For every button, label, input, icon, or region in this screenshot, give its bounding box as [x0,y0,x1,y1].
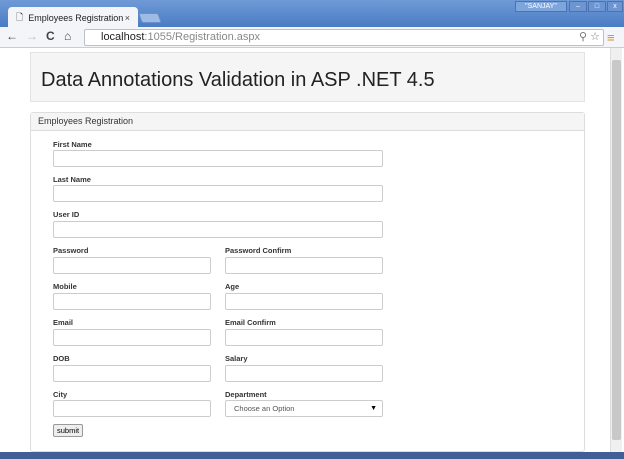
city-label: City [53,390,68,399]
password-confirm-label: Password Confirm [225,246,292,255]
password-label: Password [53,246,89,255]
title-bar: 🗋 Employees Registration × "SANJAY" – □ x [0,0,624,28]
first-name-label: First Name [53,140,92,149]
mobile-label: Mobile [53,282,77,291]
taskbar-edge [0,452,624,459]
first-name-input[interactable] [53,150,383,167]
reload-icon[interactable]: C [46,29,55,43]
city-input[interactable] [53,400,211,417]
new-tab-button[interactable] [138,13,162,23]
email-confirm-label: Email Confirm [225,318,276,327]
panel-title: Employees Registration [31,113,584,131]
user-id-input[interactable] [53,221,383,238]
dob-input[interactable] [53,365,211,382]
maximize-button[interactable]: □ [588,1,606,12]
tab-employees-registration[interactable]: 🗋 Employees Registration × [8,7,138,28]
page-icon: 🗋 [16,11,24,22]
tab-close-icon[interactable]: × [125,13,130,23]
star-icon[interactable]: ☆ [590,30,600,45]
department-label: Department [225,390,267,399]
email-label: Email [53,318,74,327]
home-icon[interactable]: ⌂ [64,29,71,43]
address-bar[interactable]: localhost:1055/Registration.aspx ⚲ ☆ [84,29,604,46]
age-label: Age [225,282,240,291]
dropdown-arrow-icon: ▼ [370,405,377,412]
last-name-input[interactable] [53,185,383,202]
forward-icon[interactable]: → [26,29,38,43]
browser-toolbar: ← → C ⌂ localhost:1055/Registration.aspx… [0,27,624,48]
dob-label: DOB [53,354,70,363]
back-icon[interactable]: ← [6,29,18,43]
email-confirm-input[interactable] [225,329,383,346]
page-header: Data Annotations Validation in ASP .NET … [30,52,585,102]
password-confirm-input[interactable] [225,257,383,274]
department-select[interactable]: Choose an Option ▼ [225,400,383,417]
submit-button[interactable]: submit [53,424,84,437]
last-name-label: Last Name [53,175,91,184]
user-id-label: User ID [53,210,80,219]
scrollbar-thumb[interactable] [612,60,621,440]
salary-input[interactable] [225,365,383,382]
menu-icon[interactable]: ≡ [607,30,615,45]
mobile-input[interactable] [53,293,211,310]
page-title: Data Annotations Validation in ASP .NET … [41,69,435,91]
salary-label: Salary [225,354,248,363]
user-badge[interactable]: "SANJAY" [515,1,567,12]
email-input[interactable] [53,329,211,346]
close-button[interactable]: x [607,1,623,12]
search-icon[interactable]: ⚲ [579,30,587,45]
minimize-button[interactable]: – [569,1,587,12]
password-input[interactable] [53,257,211,274]
age-input[interactable] [225,293,383,310]
